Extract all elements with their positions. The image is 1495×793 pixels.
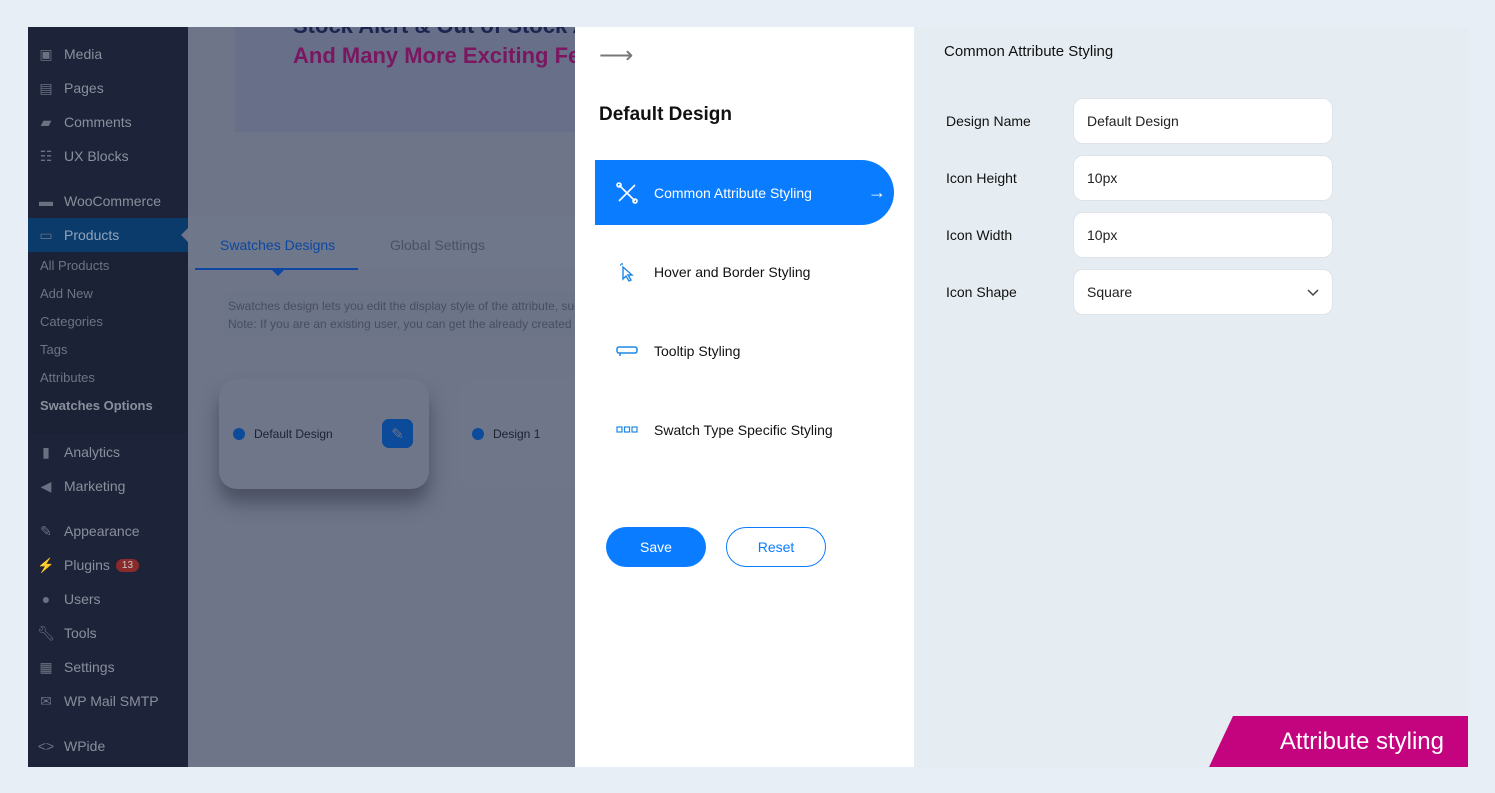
- app-frame: ▣ Media ▤ Pages ▰ Comments ☷ UX Blocks ▬ WooC…: [28, 27, 1468, 767]
- pages-icon: ▤: [39, 79, 53, 96]
- tools-cross-icon: [615, 181, 639, 204]
- sidebar-item-tools[interactable]: 🔧︎ Tools: [28, 616, 188, 650]
- woocommerce-icon: ▬: [39, 193, 53, 209]
- sidebar-item-appearance[interactable]: ✎ Appearance: [28, 514, 188, 548]
- marketing-icon: ◀: [40, 477, 52, 494]
- design-drawer: ⟶ Default Design Common Attribute Stylin…: [575, 27, 914, 767]
- swatches-icon: [615, 425, 639, 434]
- sidebar-item-comments[interactable]: ▰ Comments: [28, 105, 188, 139]
- settings-panel: Common Attribute Styling Design Name Defa…: [914, 27, 1468, 767]
- active-tab-indicator: [272, 270, 284, 282]
- arrow-right-icon[interactable]: ⟶: [599, 41, 633, 70]
- save-button[interactable]: Save: [606, 527, 706, 567]
- sidebar-item-woocommerce[interactable]: ▬ WooCommerce: [28, 184, 188, 218]
- admin-sidebar: ▣ Media ▤ Pages ▰ Comments ☷ UX Blocks ▬ WooC…: [28, 27, 188, 767]
- appearance-icon: ✎: [40, 522, 52, 539]
- icon-height-row: Icon Height 10px: [946, 155, 1346, 201]
- chevron-down-icon: [1307, 284, 1319, 300]
- submenu-attributes[interactable]: Attributes: [28, 364, 188, 392]
- icon-height-input[interactable]: 10px: [1073, 155, 1333, 201]
- edit-pencil-icon[interactable]: ✎: [382, 419, 413, 448]
- sidebar-item-wp-mail-smtp[interactable]: ✉ WP Mail SMTP: [28, 684, 188, 718]
- design-card[interactable]: Design 1: [458, 379, 575, 489]
- sidebar-item-plugins[interactable]: ⚡ Plugins 13: [28, 548, 188, 582]
- sidebar-item-pages[interactable]: ▤ Pages: [28, 71, 188, 105]
- mail-icon: ✉: [40, 692, 52, 709]
- banner-headline-1: Stock Alert & Out of Stock A: [293, 27, 575, 39]
- sidebar-item-analytics[interactable]: ▮ Analytics: [28, 435, 188, 469]
- submenu-add-new[interactable]: Add New: [28, 280, 188, 308]
- ux-blocks-icon: ☷: [39, 147, 53, 164]
- icon-shape-select[interactable]: Square: [1073, 269, 1333, 315]
- icon-width-row: Icon Width 10px: [946, 212, 1346, 258]
- settings-icon: ▦: [39, 658, 53, 675]
- menu-hover-border-styling[interactable]: Hover and Border Styling: [595, 239, 894, 304]
- products-icon: ▭: [39, 226, 53, 243]
- menu-common-attribute-styling[interactable]: Common Attribute Styling →: [595, 160, 894, 225]
- tooltip-icon: [615, 345, 639, 357]
- sidebar-item-users[interactable]: ● Users: [28, 582, 188, 616]
- design-card[interactable]: Default Design ✎: [219, 379, 429, 489]
- design-color-dot: [233, 428, 245, 440]
- submenu-all-products[interactable]: All Products: [28, 252, 188, 280]
- reset-button[interactable]: Reset: [726, 527, 826, 567]
- products-submenu: All Products Add New Categories Tags Att…: [28, 252, 188, 434]
- sidebar-item-marketing[interactable]: ◀ Marketing: [28, 469, 188, 503]
- tab-global-settings[interactable]: Global Settings: [390, 237, 485, 253]
- sidebar-item-media[interactable]: ▣ Media: [28, 37, 188, 71]
- plugins-update-badge: 13: [115, 558, 140, 572]
- plugins-icon: ⚡: [37, 556, 55, 573]
- icon-shape-row: Icon Shape Square: [946, 269, 1346, 315]
- cursor-click-icon: [615, 262, 639, 282]
- users-icon: ●: [41, 591, 51, 607]
- submenu-tags[interactable]: Tags: [28, 336, 188, 364]
- panel-title: Common Attribute Styling: [944, 43, 1114, 60]
- tab-swatches-designs[interactable]: Swatches Designs: [220, 237, 335, 253]
- dimmed-page-background[interactable]: Stock Alert & Out of Stock A And Many Mo…: [188, 27, 575, 767]
- drawer-title: Default Design: [599, 104, 733, 125]
- media-icon: ▣: [39, 45, 53, 62]
- comments-icon: ▰: [40, 113, 52, 130]
- menu-swatch-type-styling[interactable]: Swatch Type Specific Styling: [595, 397, 894, 462]
- info-note: Swatches design lets you edit the displa…: [224, 292, 575, 336]
- design-color-dot: [472, 428, 484, 440]
- submenu-categories[interactable]: Categories: [28, 308, 188, 336]
- sidebar-item-ux-blocks[interactable]: ☷ UX Blocks: [28, 139, 188, 173]
- arrow-right-icon: →: [868, 182, 886, 202]
- icon-width-input[interactable]: 10px: [1073, 212, 1333, 258]
- design-name-input[interactable]: Default Design: [1073, 98, 1333, 144]
- menu-tooltip-styling[interactable]: Tooltip Styling: [595, 318, 894, 383]
- analytics-icon: ▮: [42, 443, 50, 460]
- submenu-swatches-options[interactable]: Swatches Options: [28, 392, 188, 420]
- banner-headline-2: And Many More Exciting Fea: [293, 43, 575, 68]
- caption-label: Attribute styling: [1209, 716, 1468, 767]
- design-name-row: Design Name Default Design: [946, 98, 1346, 144]
- sidebar-item-products[interactable]: ▭ Products: [28, 218, 188, 252]
- tools-icon: 🔧︎: [37, 624, 55, 641]
- code-icon: <>: [37, 738, 55, 754]
- sidebar-item-wpide[interactable]: <> WPide: [28, 729, 188, 763]
- sidebar-item-settings[interactable]: ▦ Settings: [28, 650, 188, 684]
